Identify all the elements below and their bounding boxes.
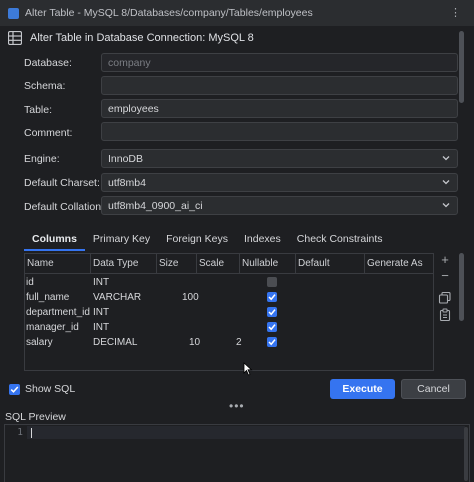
text-caret [31,428,32,438]
editor-scrollbar[interactable] [464,427,468,481]
collation-select[interactable]: utf8mb4_0900_ai_ci [101,196,458,215]
tab-indexes[interactable]: Indexes [236,231,289,251]
nullable-checkbox[interactable] [267,337,277,347]
chevron-down-icon [442,203,450,208]
line-number: 1 [17,427,23,438]
splitter-handle[interactable]: ••• [229,400,245,412]
column-header-name[interactable]: Name [25,254,91,273]
tab-check-constraints[interactable]: Check Constraints [289,231,391,251]
more-dots-icon[interactable]: ⋮ [450,6,462,19]
sql-preview-label: SQL Preview [5,411,66,423]
database-label: Database: [24,57,72,69]
window-titlebar: Alter Table - MySQL 8/Databases/company/… [0,0,474,26]
table-header: Name Data Type Size Scale Nullable Defau… [25,254,433,274]
cell-data-type: DECIMAL [93,337,138,348]
cell-data-type: VARCHAR [93,292,142,303]
engine-label: Engine: [24,153,60,165]
cell-name: id [26,277,34,288]
check-icon [268,294,276,301]
database-value: company [108,56,151,69]
collation-label: Default Collation: [24,201,104,213]
table-scrollbar[interactable] [459,253,464,321]
cell-name: salary [26,337,53,348]
column-header-default[interactable]: Default [296,254,365,273]
remove-column-button[interactable]: − [438,269,452,283]
cell-size: 10 [189,337,201,348]
check-icon [268,309,276,316]
nullable-checkbox[interactable] [267,277,277,287]
copy-icon[interactable] [438,291,452,305]
app-icon [8,7,19,19]
table-label: Table: [24,104,53,116]
dialog-header: Alter Table in Database Connection: MySQ… [8,31,254,45]
tab-columns[interactable]: Columns [24,231,85,251]
check-icon [10,385,19,393]
column-header-nullable[interactable]: Nullable [240,254,296,273]
column-header-size[interactable]: Size [157,254,197,273]
charset-select[interactable]: utf8mb4 [101,173,458,192]
add-column-button[interactable]: + [438,253,452,267]
table-row[interactable]: salary DECIMAL 10 2 [25,335,325,350]
column-header-data-type[interactable]: Data Type [91,254,157,273]
charset-value: utf8mb4 [108,176,146,189]
comment-label: Comment: [24,127,73,139]
sql-preview-editor[interactable]: 1 [4,424,470,482]
schema-field[interactable] [101,76,458,95]
table-row[interactable]: manager_id INT [25,320,325,335]
column-header-scale[interactable]: Scale [197,254,240,273]
engine-value: InnoDB [108,152,144,165]
cell-scale: 2 [236,337,242,348]
table-row[interactable]: full_name VARCHAR 100 [25,290,325,305]
tab-foreign-keys[interactable]: Foreign Keys [158,231,236,251]
check-icon [268,324,276,331]
cell-name: manager_id [26,322,79,333]
cell-size: 100 [182,292,199,303]
check-icon [268,339,276,346]
collation-value: utf8mb4_0900_ai_ci [108,199,203,212]
charset-label: Default Charset: [24,177,100,189]
table-name-input[interactable]: employees [101,99,458,118]
comment-input[interactable] [101,122,458,141]
database-field: company [101,53,458,72]
chevron-down-icon [442,180,450,185]
engine-select[interactable]: InnoDB [101,149,458,168]
tab-primary-key[interactable]: Primary Key [85,231,158,251]
nullable-checkbox[interactable] [267,292,277,302]
table-name-value: employees [108,102,159,115]
table-row[interactable]: id INT [25,275,325,290]
paste-icon[interactable] [438,308,452,322]
show-sql-checkbox[interactable] [9,383,20,395]
dialog-title: Alter Table in Database Connection: MySQ… [30,32,254,44]
table-grid-icon [8,31,22,45]
column-header-generate-as[interactable]: Generate As [365,254,433,273]
mouse-pointer-icon [243,362,253,376]
table-row[interactable]: department_id INT [25,305,325,320]
current-line-highlight [27,426,465,439]
cell-data-type: INT [93,307,110,318]
window-title: Alter Table - MySQL 8/Databases/company/… [25,7,313,19]
chevron-down-icon [442,156,450,161]
cell-data-type: INT [93,322,110,333]
cell-name: department_id [26,307,90,318]
line-gutter: 1 [5,425,27,482]
execute-button[interactable]: Execute [330,379,395,399]
schema-label: Schema: [24,80,66,92]
show-sql-label: Show SQL [25,383,76,395]
tab-bar: Columns Primary Key Foreign Keys Indexes… [24,231,434,251]
cell-data-type: INT [93,277,110,288]
cell-name: full_name [26,292,70,303]
form-scrollbar[interactable] [459,31,464,103]
cancel-button[interactable]: Cancel [401,379,466,399]
columns-table: Name Data Type Size Scale Nullable Defau… [24,253,434,371]
nullable-checkbox[interactable] [267,322,277,332]
show-sql-toggle[interactable]: Show SQL [9,383,75,395]
nullable-checkbox[interactable] [267,307,277,317]
